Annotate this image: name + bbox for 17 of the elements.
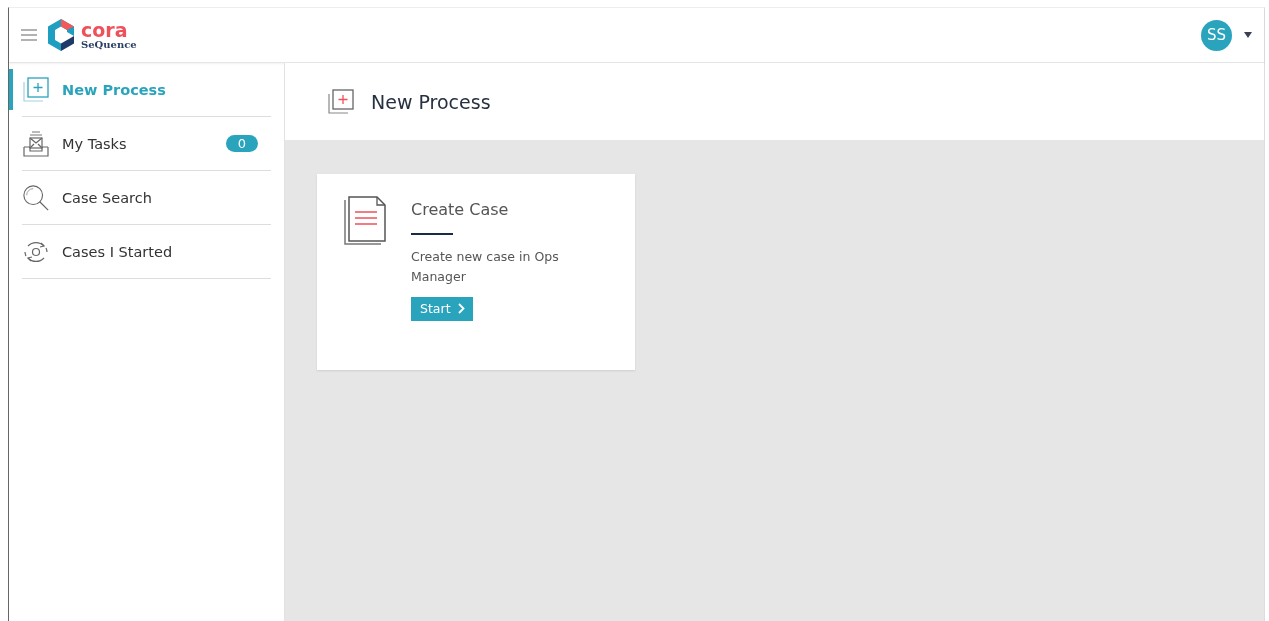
document-icon xyxy=(341,196,387,246)
card-description: Create new case in Ops Manager xyxy=(411,248,560,286)
logo-word: cora xyxy=(81,20,129,40)
add-icon xyxy=(327,88,355,115)
sidebar-item[interactable]: Cases I Started xyxy=(22,225,271,279)
sidebar-item[interactable]: Case Search xyxy=(22,171,271,225)
dropdown-caret-icon[interactable] xyxy=(1244,32,1252,38)
card-title: Create Case xyxy=(411,200,510,219)
count-badge: 0 xyxy=(225,135,258,152)
logo-subword: SeQuence xyxy=(81,39,137,50)
page-title: New Process xyxy=(371,90,491,113)
inbox-icon xyxy=(22,129,50,158)
add-icon xyxy=(22,76,50,103)
search-icon xyxy=(22,182,50,213)
logo-icon xyxy=(47,18,75,52)
sidebar-item[interactable]: My Tasks 0 xyxy=(22,117,271,171)
chevron-icon xyxy=(457,303,465,314)
